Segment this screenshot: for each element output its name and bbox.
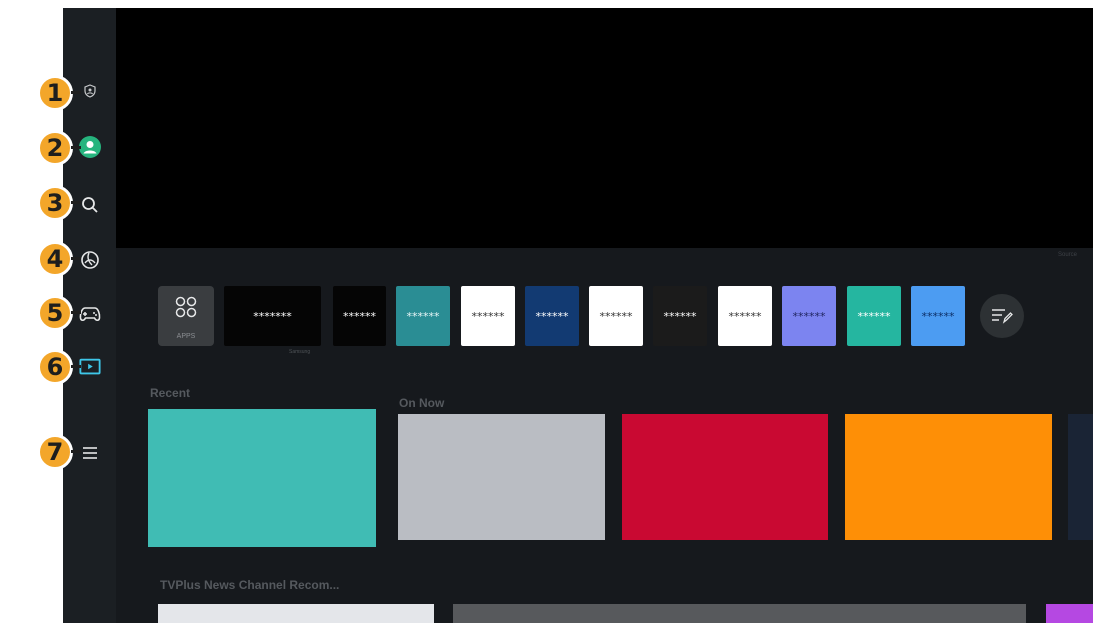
callout-number: 5 bbox=[37, 295, 73, 331]
game-controller-icon[interactable] bbox=[79, 303, 101, 325]
preview-area bbox=[116, 8, 1093, 248]
app-tile[interactable]: ******* bbox=[224, 286, 321, 346]
callout-number: 6 bbox=[37, 349, 73, 385]
news-card-1[interactable] bbox=[158, 604, 434, 623]
callout-3: 3 bbox=[37, 185, 81, 228]
callout-7: 7 bbox=[37, 434, 81, 477]
app-tile[interactable]: ****** bbox=[782, 286, 836, 346]
menu-icon[interactable] bbox=[79, 442, 101, 464]
on-now-card-4[interactable] bbox=[1068, 414, 1093, 540]
on-now-title: On Now bbox=[399, 396, 445, 410]
app-tile[interactable]: ****** bbox=[718, 286, 772, 346]
recent-title: Recent bbox=[150, 386, 191, 400]
search-icon[interactable] bbox=[79, 194, 101, 216]
source-label: Source bbox=[1058, 252, 1078, 258]
recent-card[interactable] bbox=[148, 409, 376, 547]
callout-number: 2 bbox=[37, 130, 73, 166]
callout-line bbox=[71, 91, 81, 94]
callout-line bbox=[71, 450, 81, 453]
news-card-2[interactable] bbox=[453, 604, 1026, 623]
edit-apps-button[interactable] bbox=[980, 294, 1024, 338]
news-title: TVPlus News Channel Recom... bbox=[160, 578, 340, 592]
callout-6: 6 bbox=[37, 349, 81, 392]
app-caption: Samsung bbox=[289, 349, 311, 355]
callout-number: 7 bbox=[37, 434, 73, 470]
app-tile[interactable]: ****** bbox=[525, 286, 579, 346]
callout-1: 1 bbox=[37, 75, 81, 118]
app-tile[interactable]: ****** bbox=[333, 286, 386, 346]
apps-label: APPS bbox=[176, 333, 196, 340]
app-tile[interactable]: ****** bbox=[396, 286, 450, 346]
callout-number: 1 bbox=[37, 75, 73, 111]
callout-line bbox=[71, 365, 81, 368]
callout-4: 4 bbox=[37, 241, 81, 284]
callout-line bbox=[71, 257, 81, 260]
callout-number: 3 bbox=[37, 185, 73, 221]
privacy-choices-icon[interactable] bbox=[79, 80, 101, 102]
news-card-3[interactable] bbox=[1046, 604, 1093, 623]
callout-5: 5 bbox=[37, 295, 81, 338]
app-tile[interactable]: ****** bbox=[653, 286, 707, 346]
app-tile[interactable]: ****** bbox=[911, 286, 965, 346]
on-now-card-2[interactable] bbox=[622, 414, 828, 540]
callout-line bbox=[71, 311, 81, 314]
on-now-card-1[interactable] bbox=[398, 414, 605, 540]
callout-line bbox=[71, 201, 81, 204]
profile-icon[interactable] bbox=[79, 136, 101, 158]
apps-button[interactable]: APPS bbox=[158, 286, 214, 346]
callout-2: 2 bbox=[37, 130, 81, 173]
apps-grid-icon bbox=[175, 296, 197, 318]
ambient-mode-icon[interactable] bbox=[79, 249, 101, 271]
callout-line bbox=[71, 146, 81, 149]
app-tile[interactable]: ****** bbox=[847, 286, 901, 346]
app-tile[interactable]: ****** bbox=[461, 286, 515, 346]
app-tile[interactable]: ****** bbox=[589, 286, 643, 346]
callout-number: 4 bbox=[37, 241, 73, 277]
media-icon[interactable] bbox=[79, 356, 101, 378]
on-now-card-3[interactable] bbox=[845, 414, 1052, 540]
edit-list-icon bbox=[992, 309, 1013, 324]
